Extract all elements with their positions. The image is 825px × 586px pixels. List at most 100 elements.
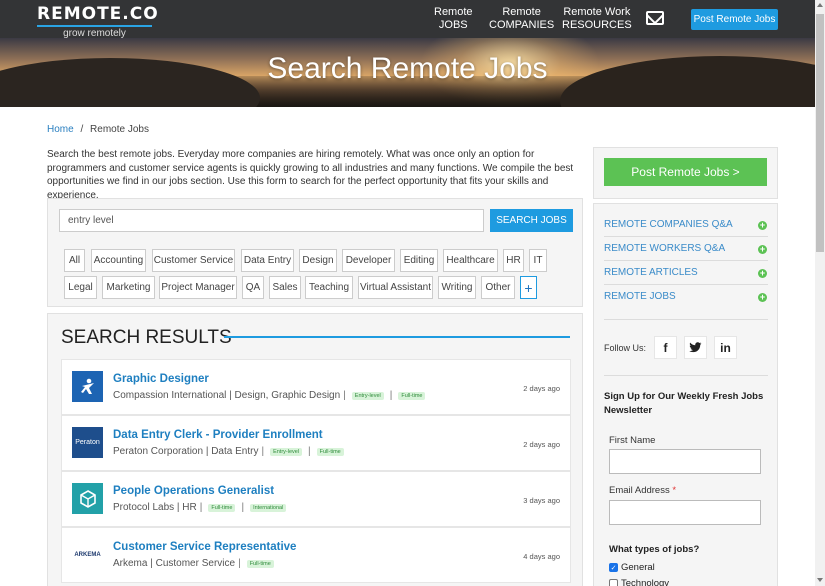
divider	[604, 319, 768, 320]
tag-legal[interactable]: Legal	[64, 276, 97, 299]
nav-remote-work-resources[interactable]: Remote Work RESOURCES	[562, 6, 632, 32]
required-mark: *	[672, 485, 677, 496]
linkedin-icon[interactable]: in	[714, 336, 737, 359]
post-remote-jobs-button[interactable]: Post Remote Jobs	[691, 9, 778, 30]
separator: |	[241, 502, 245, 513]
nav-remote-companies[interactable]: Remote COMPANIES	[489, 6, 554, 32]
divider	[604, 236, 768, 237]
tag-it[interactable]: IT	[529, 249, 547, 272]
job-company: Arkema | Customer Service	[113, 558, 236, 569]
checkbox-technology[interactable]	[609, 579, 618, 586]
nav-remote-jobs[interactable]: Remote JOBS	[434, 6, 473, 32]
sidebar-post-remote-jobs-button[interactable]: Post Remote Jobs >	[604, 158, 767, 186]
badge-full-time: Full-time	[398, 391, 426, 400]
job-title-link[interactable]: People Operations Generalist	[113, 485, 274, 497]
plus-circle-icon: +	[758, 268, 767, 278]
badge-full-time: Full-time	[316, 447, 344, 456]
job-card[interactable]: ARKEMA Customer Service Representative A…	[61, 527, 571, 583]
twitter-icon[interactable]: t	[684, 336, 707, 359]
badge-full-time: Full-time	[208, 503, 236, 512]
job-card[interactable]: People Operations Generalist Protocol La…	[61, 471, 571, 527]
tag-project-manager[interactable]: Project Manager	[159, 276, 237, 299]
job-meta: Compassion International | Design, Graph…	[113, 390, 428, 401]
page-scrollbar[interactable]	[815, 0, 825, 586]
search-input[interactable]: entry level	[59, 209, 484, 232]
job-company: Peraton Corporation | Data Entry	[113, 446, 259, 457]
tag-other[interactable]: Other	[481, 276, 515, 299]
tag-all[interactable]: All	[64, 249, 85, 272]
tag-virtual-assistant[interactable]: Virtual Assistant	[358, 276, 433, 299]
peraton-logo-icon: Peraton	[72, 427, 103, 458]
separator: |	[199, 502, 203, 513]
scroll-thumb[interactable]	[816, 14, 824, 252]
breadcrumb: Home / Remote Jobs	[47, 124, 149, 135]
tag-writing[interactable]: Writing	[438, 276, 476, 299]
job-meta: Protocol Labs | HR | Full-time | Interna…	[113, 502, 289, 513]
job-type-option[interactable]: ✓ General	[609, 562, 655, 573]
job-company: Protocol Labs | HR	[113, 502, 197, 513]
sidebar-link-articles[interactable]: REMOTE ARTICLES	[604, 267, 698, 278]
breadcrumb-home-link[interactable]: Home	[47, 124, 74, 135]
twitter-glyph	[689, 342, 702, 353]
arkema-logo-icon: ARKEMA	[72, 539, 103, 570]
job-date: 4 days ago	[523, 552, 560, 561]
job-title-link[interactable]: Data Entry Clerk - Provider Enrollment	[113, 429, 323, 441]
tag-marketing[interactable]: Marketing	[102, 276, 155, 299]
job-title-link[interactable]: Graphic Designer	[113, 373, 209, 385]
nav-line1: Remote	[502, 6, 541, 18]
job-type-option[interactable]: Technology	[609, 578, 669, 586]
breadcrumb-current: Remote Jobs	[90, 124, 149, 135]
sidebar-link-jobs[interactable]: REMOTE JOBS	[604, 291, 676, 302]
tag-sales[interactable]: Sales	[269, 276, 301, 299]
search-panel: entry level SEARCH JOBS All Accounting C…	[47, 198, 583, 307]
separator: |	[389, 390, 393, 401]
job-date: 2 days ago	[523, 440, 560, 449]
separator: |	[343, 390, 346, 401]
email-field[interactable]	[609, 500, 761, 525]
sidebar-link-workers-qa[interactable]: REMOTE WORKERS Q&A	[604, 243, 725, 254]
email-label: Email Address *	[609, 485, 676, 496]
site-logo[interactable]: REMOTE.CO grow remotely	[37, 4, 159, 39]
divider	[604, 284, 768, 285]
plus-circle-icon: +	[758, 244, 767, 254]
tag-design[interactable]: Design	[299, 249, 337, 272]
badge-full-time: Full-time	[246, 559, 274, 568]
nav-line1: Remote	[434, 6, 473, 18]
divider	[604, 260, 768, 261]
job-card[interactable]: Peraton Data Entry Clerk - Provider Enro…	[61, 415, 571, 471]
badge-international: International	[250, 503, 287, 512]
job-type-label: Technology	[621, 578, 670, 586]
compassion-logo-icon	[72, 371, 103, 402]
nav-line2: RESOURCES	[562, 19, 632, 31]
checkbox-general[interactable]: ✓	[609, 563, 618, 572]
search-jobs-button[interactable]: SEARCH JOBS	[490, 209, 573, 232]
job-card[interactable]: Graphic Designer Compassion Internationa…	[61, 359, 571, 415]
first-name-field[interactable]	[609, 449, 761, 474]
job-date: 2 days ago	[523, 384, 560, 393]
tag-hr[interactable]: HR	[503, 249, 524, 272]
first-name-label: First Name	[609, 435, 656, 446]
job-title-link[interactable]: Customer Service Representative	[113, 541, 296, 553]
scroll-up-arrow-icon[interactable]	[817, 3, 823, 7]
linkedin-glyph: in	[720, 340, 731, 355]
sidebar-link-companies-qa[interactable]: REMOTE COMPANIES Q&A	[604, 219, 733, 230]
separator: |	[308, 446, 311, 457]
tag-healthcare[interactable]: Healthcare	[443, 249, 498, 272]
job-company: Compassion International | Design, Graph…	[113, 390, 341, 401]
plus-circle-icon: +	[758, 292, 767, 302]
tag-qa[interactable]: QA	[242, 276, 264, 299]
job-meta: Arkema | Customer Service | Full-time	[113, 558, 277, 569]
results-divider	[224, 336, 570, 338]
tag-developer[interactable]: Developer	[342, 249, 395, 272]
tag-more-plus[interactable]: +	[520, 276, 537, 299]
tag-data-entry[interactable]: Data Entry	[241, 249, 294, 272]
scroll-down-arrow-icon[interactable]	[817, 578, 823, 582]
divider	[604, 375, 768, 376]
tag-teaching[interactable]: Teaching	[305, 276, 353, 299]
tag-editing[interactable]: Editing	[400, 249, 438, 272]
results-title: SEARCH RESULTS	[61, 327, 232, 348]
envelope-icon[interactable]	[646, 11, 664, 25]
tag-customer-service[interactable]: Customer Service	[152, 249, 235, 272]
tag-accounting[interactable]: Accounting	[91, 249, 146, 272]
facebook-icon[interactable]: f	[654, 336, 677, 359]
